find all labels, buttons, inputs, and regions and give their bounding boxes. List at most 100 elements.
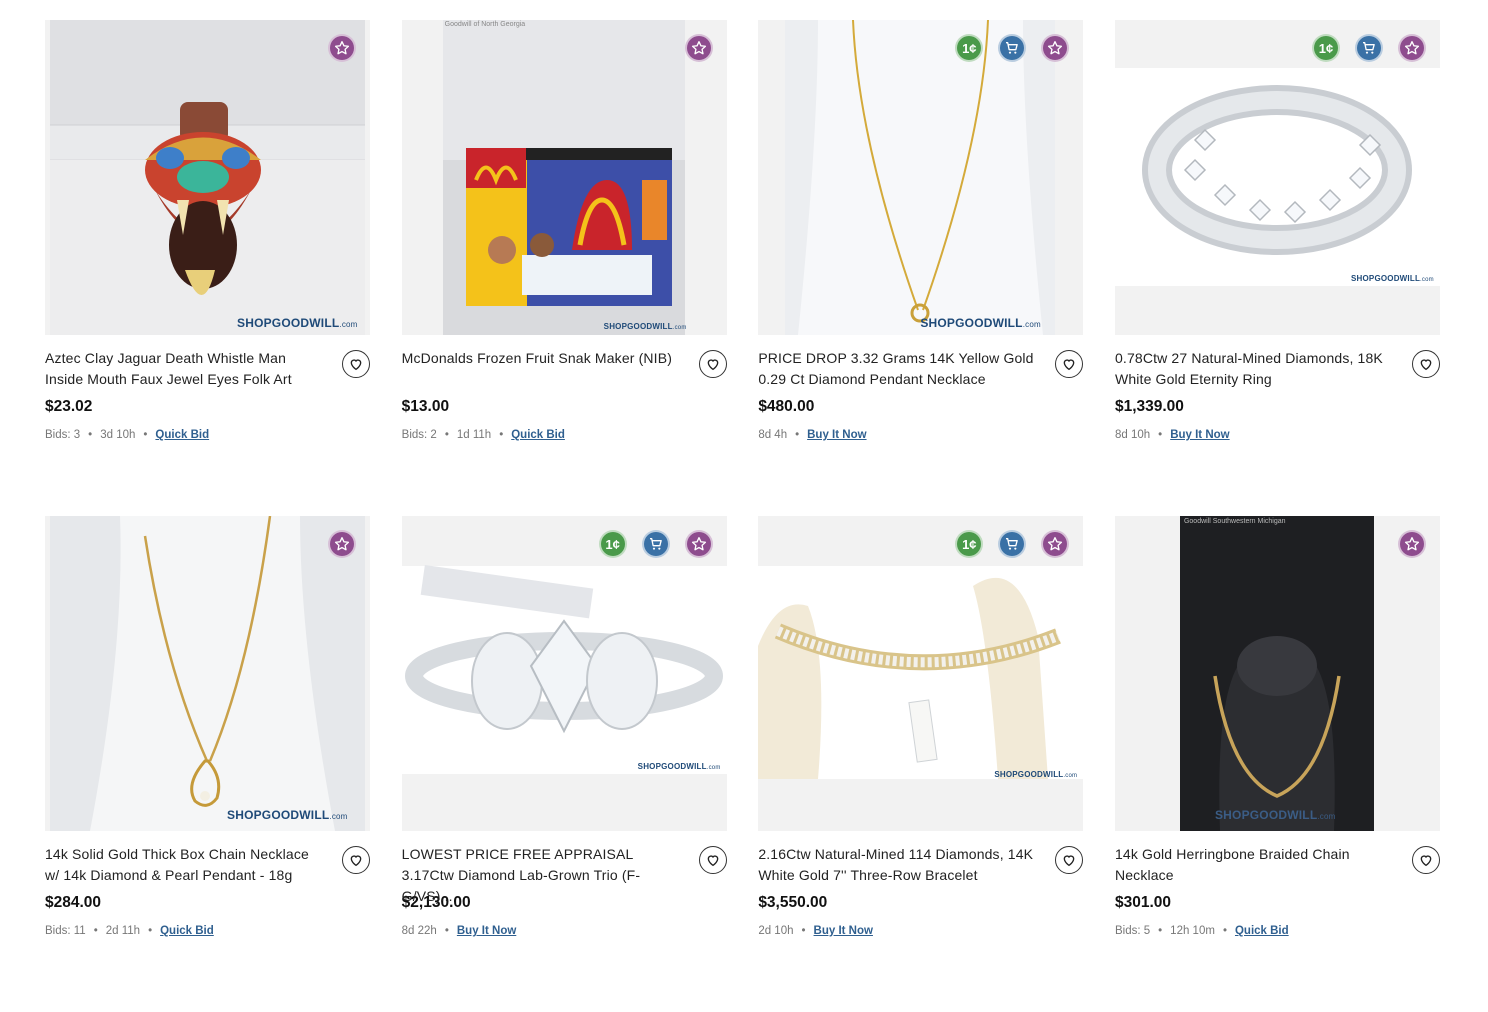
buy-it-now-link[interactable]: Buy It Now	[457, 925, 516, 937]
penny-auction-badge[interactable]: 1¢	[955, 34, 984, 62]
favorite-star-badge[interactable]	[1041, 530, 1070, 558]
product-meta: Bids: 11 • 2d 11h • Quick Bid	[45, 925, 370, 937]
product-price: $13.00	[401, 398, 450, 415]
title-row: LOWEST PRICE FREE APPRAISAL 3.17Ctw Diam…	[402, 844, 727, 904]
separator-dot: •	[444, 925, 449, 937]
product-card: SHOPGOODWILL.com 1¢ 0.78Ctw 27 Natural-M…	[1114, 20, 1440, 516]
badge-group	[328, 530, 356, 558]
penny-auction-badge[interactable]: 1¢	[1311, 34, 1340, 62]
time-remaining: 1d 11h	[456, 429, 492, 441]
product-title[interactable]: 0.78Ctw 27 Natural-Mined Diamonds, 18K W…	[1115, 348, 1395, 390]
quick-bid-link[interactable]: Quick Bid	[155, 429, 209, 441]
favorite-star-badge[interactable]	[1397, 530, 1426, 558]
cart-icon	[649, 538, 662, 550]
favorite-star-badge[interactable]	[684, 530, 713, 558]
time-remaining: 8d 22h	[401, 925, 437, 937]
product-image[interactable]: SHOPGOODWILL.com 1¢	[401, 516, 727, 831]
product-title[interactable]: Aztec Clay Jaguar Death Whistle Man Insi…	[45, 348, 325, 390]
shopgoodwill-watermark: SHOPGOODWILL.com	[1350, 274, 1434, 283]
star-icon	[1404, 537, 1420, 551]
product-price: $284.00	[45, 894, 102, 911]
heart-icon[interactable]	[1055, 846, 1084, 874]
product-title[interactable]: 14k Solid Gold Thick Box Chain Necklace …	[45, 844, 325, 886]
penny-auction-badge[interactable]: 1¢	[598, 530, 627, 558]
heart-icon[interactable]	[1411, 846, 1440, 874]
image-caption: Goodwill Southwestern Michigan	[1183, 518, 1286, 525]
star-icon	[691, 41, 706, 55]
buy-it-now-link[interactable]: Buy It Now	[814, 925, 873, 937]
favorite-star-badge[interactable]	[1397, 34, 1426, 62]
jaguar-whistle-photo	[45, 20, 370, 335]
title-row: McDonalds Frozen Fruit Snak Maker (NIB)	[402, 348, 727, 392]
favorite-star-badge[interactable]	[1041, 34, 1070, 62]
cart-badge[interactable]	[641, 530, 670, 558]
star-icon	[1048, 41, 1063, 55]
heart-icon[interactable]	[698, 350, 727, 378]
buy-it-now-link[interactable]: Buy It Now	[807, 429, 866, 441]
product-card: Goodwill of North Georgia SHOPGOODWILL.c…	[401, 20, 727, 516]
product-meta: Bids: 3 • 3d 10h • Quick Bid	[45, 429, 370, 441]
product-title[interactable]: PRICE DROP 3.32 Grams 14K Yellow Gold 0.…	[758, 348, 1038, 390]
product-image[interactable]: SHOPGOODWILL.com 1¢	[758, 516, 1084, 831]
eternity-ring-photo	[1114, 20, 1440, 335]
title-row: 0.78Ctw 27 Natural-Mined Diamonds, 18K W…	[1115, 348, 1440, 392]
quick-bid-link[interactable]: Quick Bid	[1235, 925, 1289, 937]
heart-icon[interactable]	[1055, 350, 1084, 378]
favorite-star-badge[interactable]	[684, 34, 713, 62]
shopgoodwill-watermark: SHOPGOODWILL.com	[920, 316, 1041, 330]
favorite-star-badge[interactable]	[328, 34, 356, 62]
product-meta: 2d 10h • Buy It Now	[758, 925, 1083, 937]
product-title[interactable]: 14k Gold Herringbone Braided Chain Neckl…	[1115, 844, 1395, 886]
badge-group: 1¢	[1311, 34, 1426, 62]
bid-count: Bids: 3	[45, 429, 81, 441]
favorite-star-badge[interactable]	[328, 530, 356, 558]
time-remaining: 3d 10h	[100, 429, 136, 441]
product-meta: 8d 4h • Buy It Now	[758, 429, 1083, 441]
heart-icon[interactable]	[342, 846, 370, 874]
bid-count: Bids: 5	[1114, 925, 1151, 937]
cart-badge[interactable]	[998, 34, 1027, 62]
penny-auction-badge[interactable]: 1¢	[955, 530, 984, 558]
lab-grown-trio-ring-photo	[401, 516, 727, 831]
shopgoodwill-watermark: SHOPGOODWILL.com	[1214, 808, 1336, 822]
time-remaining: 2d 10h	[758, 925, 794, 937]
separator-dot: •	[148, 925, 153, 937]
shopgoodwill-watermark: SHOPGOODWILL.com	[603, 322, 687, 331]
product-card: Goodwill Southwestern Michigan SHOPGOODW…	[1114, 516, 1440, 1012]
heart-icon[interactable]	[1411, 350, 1440, 378]
buy-it-now-link[interactable]: Buy It Now	[1170, 429, 1229, 441]
separator-dot: •	[88, 429, 93, 441]
quick-bid-link[interactable]: Quick Bid	[511, 429, 565, 441]
image-caption: Goodwill of North Georgia	[444, 21, 526, 28]
product-image[interactable]: SHOPGOODWILL.com	[45, 516, 370, 831]
cart-badge[interactable]	[1354, 34, 1383, 62]
product-title[interactable]: LOWEST PRICE FREE APPRAISAL 3.17Ctw Diam…	[402, 844, 682, 907]
star-icon	[1048, 537, 1063, 551]
title-row: PRICE DROP 3.32 Grams 14K Yellow Gold 0.…	[758, 348, 1084, 392]
product-title[interactable]: 2.16Ctw Natural-Mined 114 Diamonds, 14K …	[758, 844, 1038, 886]
frozen-fruit-maker-photo	[401, 20, 727, 335]
time-remaining: 12h 10m	[1170, 925, 1215, 937]
badge-group: 1¢	[955, 34, 1070, 62]
cart-badge[interactable]	[998, 530, 1027, 558]
product-image[interactable]: Goodwill Southwestern Michigan SHOPGOODW…	[1114, 516, 1440, 831]
title-row: Aztec Clay Jaguar Death Whistle Man Insi…	[45, 348, 370, 392]
product-price: $23.02	[45, 398, 93, 415]
title-row: 14k Gold Herringbone Braided Chain Neckl…	[1115, 844, 1440, 888]
product-image[interactable]: SHOPGOODWILL.com	[45, 20, 370, 335]
product-image[interactable]: SHOPGOODWILL.com 1¢	[1114, 20, 1440, 335]
badge-group	[1397, 530, 1426, 558]
heart-icon[interactable]	[698, 846, 727, 874]
product-image[interactable]: Goodwill of North Georgia SHOPGOODWILL.c…	[401, 20, 727, 335]
product-price: $3,550.00	[758, 894, 828, 911]
shopgoodwill-watermark: SHOPGOODWILL.com	[637, 762, 721, 771]
quick-bid-link[interactable]: Quick Bid	[160, 925, 214, 937]
product-grid: SHOPGOODWILL.com Aztec Clay Jaguar Death…	[45, 20, 1440, 1012]
bid-count: Bids: 11	[45, 925, 86, 937]
shopgoodwill-watermark: SHOPGOODWILL.com	[994, 770, 1078, 779]
heart-icon[interactable]	[342, 350, 370, 378]
shopgoodwill-watermark: SHOPGOODWILL.com	[227, 808, 348, 822]
product-meta: Bids: 5 • 12h 10m • Quick Bid	[1115, 925, 1440, 937]
product-title[interactable]: McDonalds Frozen Fruit Snak Maker (NIB)	[402, 348, 682, 369]
product-image[interactable]: SHOPGOODWILL.com 1¢	[758, 20, 1084, 335]
